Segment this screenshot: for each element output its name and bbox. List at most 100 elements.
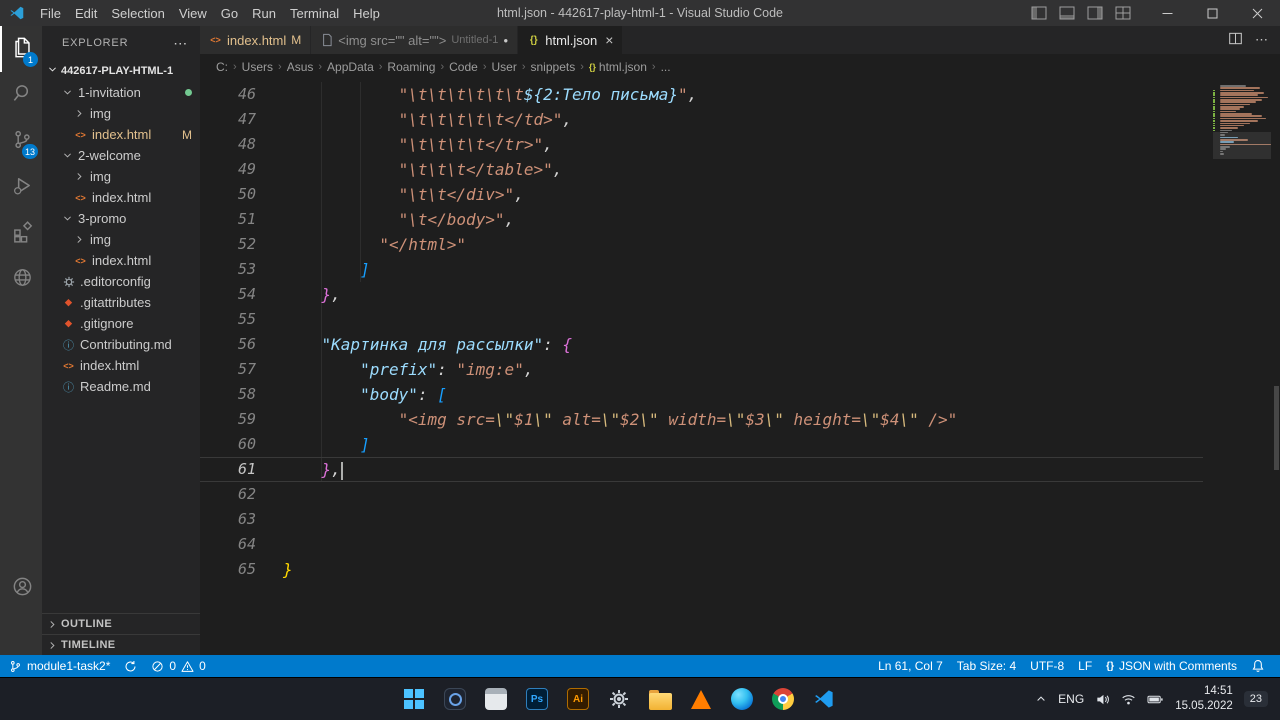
language-indicator[interactable]: ENG <box>1058 692 1084 706</box>
breadcrumb-item[interactable]: {} html.json <box>589 60 647 74</box>
code-line-60[interactable]: 60 ] <box>200 432 1203 457</box>
line-number[interactable]: 52 <box>200 232 256 257</box>
breadcrumb-item[interactable]: Users <box>242 60 273 74</box>
menu-view[interactable]: View <box>172 0 214 26</box>
line-number[interactable]: 47 <box>200 107 256 132</box>
activitybar-source-control[interactable]: 13 <box>0 118 42 164</box>
line-number[interactable]: 49 <box>200 157 256 182</box>
minimize-button[interactable] <box>1145 0 1190 26</box>
tab-html-json[interactable]: {} html.json × <box>518 26 624 54</box>
code-line-53[interactable]: 53 ] <box>200 257 1203 282</box>
editor-more-actions-icon[interactable]: ⋯ <box>1255 32 1268 48</box>
tree-item-img[interactable]: img <box>42 103 200 124</box>
line-number[interactable]: 51 <box>200 207 256 232</box>
status-sync[interactable] <box>117 655 144 677</box>
timeline-section[interactable]: TIMELINE <box>42 634 200 655</box>
activitybar-search[interactable] <box>0 72 42 118</box>
status-problems[interactable]: 00 <box>144 655 212 677</box>
menu-help[interactable]: Help <box>346 0 387 26</box>
code-line-55[interactable]: 55 <box>200 307 1203 332</box>
menu-file[interactable]: File <box>33 0 68 26</box>
taskbar-pinned-app-1[interactable] <box>443 687 467 711</box>
customize-layout-icon[interactable] <box>1111 6 1135 20</box>
code-line-63[interactable]: 63 <box>200 507 1203 532</box>
breadcrumb-item[interactable]: User <box>491 60 516 74</box>
clock[interactable]: 14:51 15.05.2022 <box>1175 684 1233 714</box>
maximize-button[interactable] <box>1190 0 1235 26</box>
code-line-58[interactable]: 58 "body": [ <box>200 382 1203 407</box>
line-number[interactable]: 58 <box>200 382 256 407</box>
tree-item-readme-md[interactable]: ⓘ Readme.md <box>42 376 200 397</box>
code-line-65[interactable]: 65} <box>200 557 1203 582</box>
taskbar-pinned-app-2[interactable] <box>484 687 508 711</box>
line-number[interactable]: 61 <box>200 457 256 482</box>
tree-item-index-html[interactable]: <> index.html <box>42 187 200 208</box>
line-number[interactable]: 56 <box>200 332 256 357</box>
taskbar-edge[interactable] <box>730 687 754 711</box>
volume-icon[interactable] <box>1095 692 1110 707</box>
status-notifications[interactable] <box>1244 655 1272 677</box>
breadcrumb-item[interactable]: AppData <box>327 60 374 74</box>
toggle-secondary-sidebar-icon[interactable] <box>1083 6 1107 20</box>
line-number[interactable]: 55 <box>200 307 256 332</box>
activitybar-run-and-debug[interactable] <box>0 164 42 210</box>
tab-index-html[interactable]: <> index.html M <box>200 26 312 54</box>
taskbar-chrome[interactable] <box>771 687 795 711</box>
menu-run[interactable]: Run <box>245 0 283 26</box>
scrollbar-thumb[interactable] <box>1274 386 1279 470</box>
code-editor[interactable]: 46 "\t\t\t\t\t\t${2:Тело письма}", 47 "\t… <box>200 80 1280 655</box>
tree-item-index-html[interactable]: <> index.html <box>42 250 200 271</box>
line-number[interactable]: 48 <box>200 132 256 157</box>
taskbar-vlc[interactable] <box>689 687 713 711</box>
taskbar-settings[interactable] <box>607 687 631 711</box>
breadcrumb-item[interactable]: Asus <box>287 60 314 74</box>
code-line-52[interactable]: 52 "</html>" <box>200 232 1203 257</box>
line-number[interactable]: 59 <box>200 407 256 432</box>
close-tab-icon[interactable]: × <box>605 32 613 48</box>
breadcrumb-item[interactable]: Roaming <box>387 60 435 74</box>
tab-untitled-1[interactable]: <img src="" alt=""> Untitled-1 ● <box>311 26 519 54</box>
battery-icon[interactable] <box>1147 692 1164 707</box>
breadcrumb-item[interactable]: snippets <box>531 60 576 74</box>
tree-item-3-promo[interactable]: 3-promo <box>42 208 200 229</box>
tree-item-index-html[interactable]: <> index.html M <box>42 124 200 145</box>
split-editor-icon[interactable] <box>1228 31 1243 49</box>
code-line-48[interactable]: 48 "\t\t\t\t</tr>", <box>200 132 1203 157</box>
code-line-59[interactable]: 59 "<img src=\"$1\" alt=\"$2\" width=\"$… <box>200 407 1203 432</box>
line-number[interactable]: 50 <box>200 182 256 207</box>
code-line-57[interactable]: 57 "prefix": "img:e", <box>200 357 1203 382</box>
breadcrumb-item[interactable]: Code <box>449 60 478 74</box>
taskbar-vscode[interactable] <box>812 687 836 711</box>
line-number[interactable]: 64 <box>200 532 256 557</box>
breadcrumb-item[interactable]: ... <box>661 60 671 74</box>
activitybar-browser-preview[interactable] <box>0 256 42 302</box>
taskbar-file-explorer[interactable] <box>648 687 672 711</box>
line-number[interactable]: 57 <box>200 357 256 382</box>
tree-item-gitignore[interactable]: ◆ .gitignore <box>42 313 200 334</box>
line-number[interactable]: 54 <box>200 282 256 307</box>
taskbar-start[interactable] <box>402 687 426 711</box>
activitybar-explorer[interactable]: 1 <box>0 26 42 72</box>
code-line-50[interactable]: 50 "\t\t</div>", <box>200 182 1203 207</box>
close-button[interactable] <box>1235 0 1280 26</box>
status-indentation[interactable]: Tab Size: 4 <box>950 655 1023 677</box>
menu-edit[interactable]: Edit <box>68 0 104 26</box>
network-icon[interactable] <box>1121 692 1136 707</box>
toggle-panel-icon[interactable] <box>1055 6 1079 20</box>
tree-item-index-html[interactable]: <> index.html <box>42 355 200 376</box>
menu-selection[interactable]: Selection <box>104 0 171 26</box>
line-number[interactable]: 60 <box>200 432 256 457</box>
activitybar-extensions[interactable] <box>0 210 42 256</box>
code-line-56[interactable]: 56 "Картинка для рассылки": { <box>200 332 1203 357</box>
tree-item-img[interactable]: img <box>42 166 200 187</box>
code-line-64[interactable]: 64 <box>200 532 1203 557</box>
minimap[interactable] <box>1213 80 1271 655</box>
code-line-62[interactable]: 62 <box>200 482 1203 507</box>
tray-expand-icon[interactable] <box>1035 693 1047 705</box>
line-number[interactable]: 63 <box>200 507 256 532</box>
code-line-54[interactable]: 54 }, <box>200 282 1203 307</box>
taskbar-illustrator[interactable]: Ai <box>566 687 590 711</box>
tree-item-editorconfig[interactable]: .editorconfig <box>42 271 200 292</box>
code-line-51[interactable]: 51 "\t</body>", <box>200 207 1203 232</box>
menu-terminal[interactable]: Terminal <box>283 0 346 26</box>
